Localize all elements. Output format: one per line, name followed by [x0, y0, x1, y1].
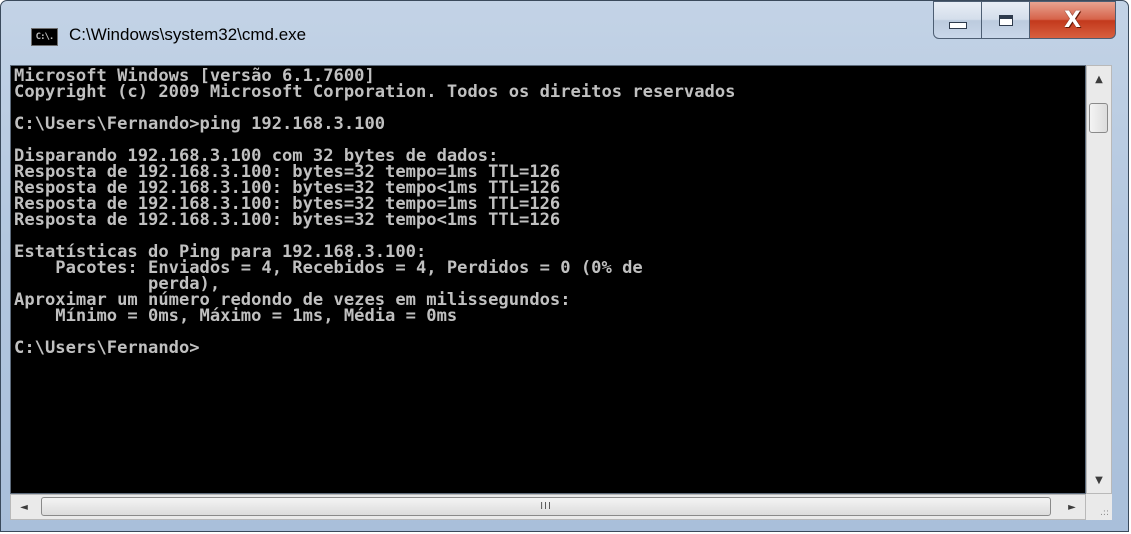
console-line: C:\Users\Fernando>	[14, 337, 200, 357]
close-button[interactable]: X	[1030, 1, 1116, 39]
scroll-right-arrow-icon[interactable]: ►	[1059, 495, 1085, 519]
title-bar[interactable]: C:\. C:\Windows\system32\cmd.exe X	[1, 1, 1128, 65]
cmd-window: C:\. C:\Windows\system32\cmd.exe X Micro…	[0, 0, 1129, 532]
minimize-icon	[948, 21, 967, 29]
scroll-down-arrow-icon[interactable]: ▼	[1087, 467, 1111, 493]
console-text: Microsoft Windows [versão 6.1.7600] Copy…	[11, 66, 1085, 357]
console-output[interactable]: Microsoft Windows [versão 6.1.7600] Copy…	[10, 65, 1086, 494]
horizontal-scroll-thumb[interactable]: III	[41, 497, 1051, 516]
close-icon: X	[1064, 7, 1081, 33]
vertical-scrollbar[interactable]: ▲ ▼	[1086, 65, 1112, 494]
maximize-button[interactable]	[982, 1, 1030, 39]
console-line: C:\Users\Fernando>ping 192.168.3.100	[14, 113, 386, 133]
scroll-up-arrow-icon[interactable]: ▲	[1087, 66, 1111, 92]
cmd-app-icon[interactable]: C:\.	[31, 28, 58, 46]
resize-grip-icon[interactable]: .::	[1086, 494, 1112, 520]
maximize-icon	[998, 14, 1013, 26]
console-line: Copyright (c) 2009 Microsoft Corporation…	[14, 81, 736, 101]
window-title: C:\Windows\system32\cmd.exe	[69, 25, 307, 44]
console-line: Mínimo = 0ms, Máximo = 1ms, Média = 0ms	[14, 305, 458, 325]
caption-buttons: X	[933, 1, 1116, 41]
console-line: Resposta de 192.168.3.100: bytes=32 temp…	[14, 209, 561, 229]
scroll-left-arrow-icon[interactable]: ◄	[11, 495, 37, 519]
minimize-button[interactable]	[933, 1, 982, 39]
thumb-grip-icon: III	[540, 501, 552, 512]
vertical-scroll-thumb[interactable]	[1089, 103, 1108, 133]
horizontal-scrollbar[interactable]: ◄ III ►	[10, 494, 1086, 520]
